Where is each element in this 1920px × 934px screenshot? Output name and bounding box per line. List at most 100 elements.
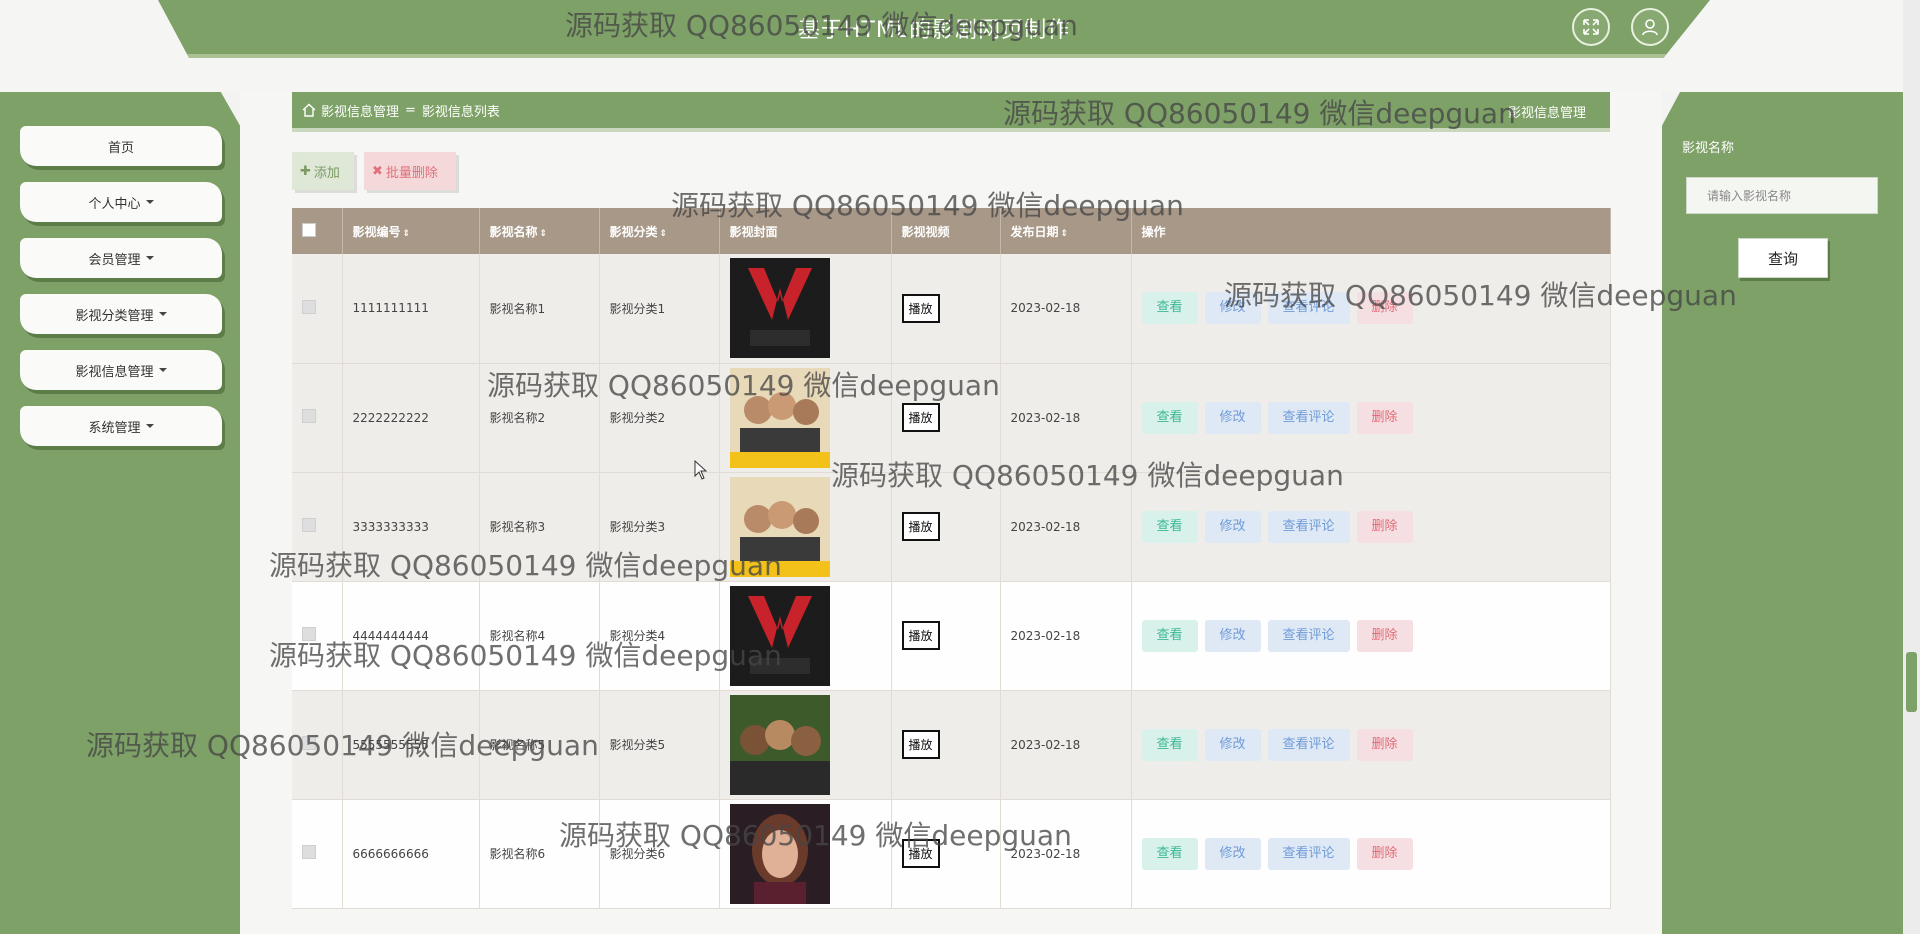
table-row: 2222222222 影视名称2 影视分类2 播放 2023-02-18 查看 … (292, 363, 1611, 473)
sidebar-item-member-management[interactable]: 会员管理 (20, 238, 222, 278)
table-row: 1111111111 影视名称1 影视分类1 播放 2023-02-18 查看修… (292, 254, 1611, 364)
view-comments-button[interactable]: 查看评论 (1267, 510, 1350, 543)
film-id: 6666666666 (342, 799, 480, 909)
film-id: 3333333333 (342, 472, 480, 582)
delete-button[interactable]: 删除 (1356, 510, 1413, 543)
view-button[interactable]: 查看 (1141, 728, 1198, 761)
plus-icon: ✚ (300, 163, 311, 179)
row-checkbox[interactable] (302, 518, 316, 532)
add-button-label: 添加 (313, 165, 340, 181)
row-checkbox[interactable] (302, 409, 316, 423)
caret-down-icon (158, 368, 167, 372)
delete-button[interactable]: 删除 (1356, 619, 1413, 652)
row-actions: 查看 修改 查看评论 删除 (1131, 799, 1611, 909)
batch-delete-label: 批量删除 (385, 165, 438, 181)
view-comments-button[interactable]: 查看评论 (1267, 292, 1350, 325)
mouse-cursor-icon (694, 460, 708, 480)
view-comments-button[interactable]: 查看评论 (1267, 837, 1350, 870)
play-button[interactable]: 播放 (901, 839, 940, 868)
row-actions: 查看 修改 查看评论 删除 (1131, 690, 1611, 800)
column-header-video: 影视视频 (891, 208, 1001, 254)
play-button[interactable]: 播放 (901, 403, 940, 432)
play-button[interactable]: 播放 (901, 621, 940, 650)
row-checkbox[interactable] (302, 845, 316, 859)
film-cover-image (729, 694, 830, 795)
publish-date: 2023-02-18 (1000, 472, 1132, 582)
edit-button[interactable]: 修改 (1204, 510, 1261, 543)
film-name: 影视名称5 (479, 690, 600, 800)
user-button[interactable] (1631, 8, 1669, 46)
view-comments-button[interactable]: 查看评论 (1267, 728, 1350, 761)
view-button[interactable]: 查看 (1141, 619, 1198, 652)
scrollbar-thumb[interactable] (1906, 652, 1917, 712)
view-button[interactable]: 查看 (1141, 510, 1198, 543)
select-all-cell (292, 208, 343, 254)
sidebar-item-home[interactable]: 首页 (20, 126, 222, 166)
edit-button[interactable]: 修改 (1204, 619, 1261, 652)
edit-button[interactable]: 修改 (1204, 837, 1261, 870)
query-button[interactable]: 查询 (1738, 238, 1828, 278)
search-label: 影视名称 (1682, 141, 1735, 156)
caret-down-icon (145, 256, 154, 260)
breadcrumb: 影视信息管理 = 影视信息列表 影视信息管理 (292, 92, 1610, 132)
sidebar-item-category-management[interactable]: 影视分类管理 (20, 294, 222, 334)
film-name: 影视名称3 (479, 472, 600, 582)
home-icon (302, 103, 316, 117)
fullscreen-button[interactable] (1572, 8, 1610, 46)
sidebar-item-label: 系统管理 (88, 420, 141, 436)
film-category: 影视分类3 (599, 472, 720, 582)
delete-button[interactable]: 删除 (1356, 292, 1413, 325)
add-button[interactable]: ✚ 添加 (292, 152, 354, 190)
view-button[interactable]: 查看 (1141, 292, 1198, 325)
sidebar-item-label: 影视分类管理 (75, 308, 154, 324)
edit-button[interactable]: 修改 (1204, 728, 1261, 761)
column-header-date[interactable]: 发布日期 ⇕ (1000, 208, 1132, 254)
view-comments-button[interactable]: 查看评论 (1267, 401, 1350, 434)
breadcrumb-home[interactable]: 影视信息管理 (321, 101, 399, 120)
page-scrollbar[interactable] (1903, 0, 1920, 934)
row-checkbox[interactable] (302, 299, 316, 314)
delete-button[interactable]: 删除 (1356, 728, 1413, 761)
table-row: 6666666666 影视名称6 影视分类6 播放 2023-02-18 查看修… (292, 799, 1611, 909)
edit-button[interactable]: 修改 (1204, 401, 1261, 434)
sort-icon: ⇕ (659, 228, 668, 239)
film-category: 影视分类1 (599, 254, 720, 364)
column-header-name[interactable]: 影视名称 ⇕ (479, 208, 600, 254)
film-category: 影视分类5 (599, 690, 720, 800)
view-button[interactable]: 查看 (1141, 401, 1198, 434)
view-button[interactable]: 查看 (1141, 837, 1198, 870)
sidebar-item-label: 个人中心 (88, 196, 141, 212)
batch-delete-button[interactable]: ✖ 批量删除 (364, 152, 456, 190)
film-name-search-input[interactable] (1686, 177, 1878, 214)
select-all-checkbox[interactable] (302, 222, 316, 237)
column-header-category[interactable]: 影视分类 ⇕ (599, 208, 720, 254)
film-name: 影视名称6 (479, 799, 600, 909)
view-comments-button[interactable]: 查看评论 (1267, 619, 1350, 652)
delete-button[interactable]: 删除 (1356, 837, 1413, 870)
play-button[interactable]: 播放 (901, 293, 940, 323)
film-id: 5555555555 (342, 690, 480, 800)
right-search-panel (1662, 92, 1920, 934)
publish-date: 2023-02-18 (1000, 799, 1132, 909)
film-cover-image (729, 585, 830, 686)
close-icon: ✖ (372, 163, 383, 179)
play-button[interactable]: 播放 (901, 730, 940, 759)
main-content: 影视信息管理 = 影视信息列表 影视信息管理 ✚ 添加 ✖ 批量删除 影视编号 ⇕… (240, 92, 1662, 934)
edit-button[interactable]: 修改 (1204, 292, 1261, 325)
delete-button[interactable]: 删除 (1356, 401, 1413, 434)
sidebar-item-system-management[interactable]: 系统管理 (20, 406, 222, 446)
column-header-id[interactable]: 影视编号 ⇕ (342, 208, 480, 254)
column-header-cover: 影视封面 (719, 208, 892, 254)
film-cover-image (729, 258, 830, 359)
row-checkbox[interactable] (302, 627, 316, 641)
film-name: 影视名称2 (479, 363, 600, 473)
row-actions: 查看 修改 查看评论 删除 (1131, 363, 1611, 473)
sidebar-item-film-info-management[interactable]: 影视信息管理 (20, 350, 222, 390)
sort-icon: ⇕ (402, 228, 411, 239)
caret-down-icon (145, 200, 154, 204)
expand-icon (1583, 19, 1599, 35)
sidebar-item-personal-center[interactable]: 个人中心 (20, 182, 222, 222)
film-id: 4444444444 (342, 581, 480, 691)
play-button[interactable]: 播放 (901, 512, 940, 541)
row-checkbox[interactable] (302, 736, 316, 750)
